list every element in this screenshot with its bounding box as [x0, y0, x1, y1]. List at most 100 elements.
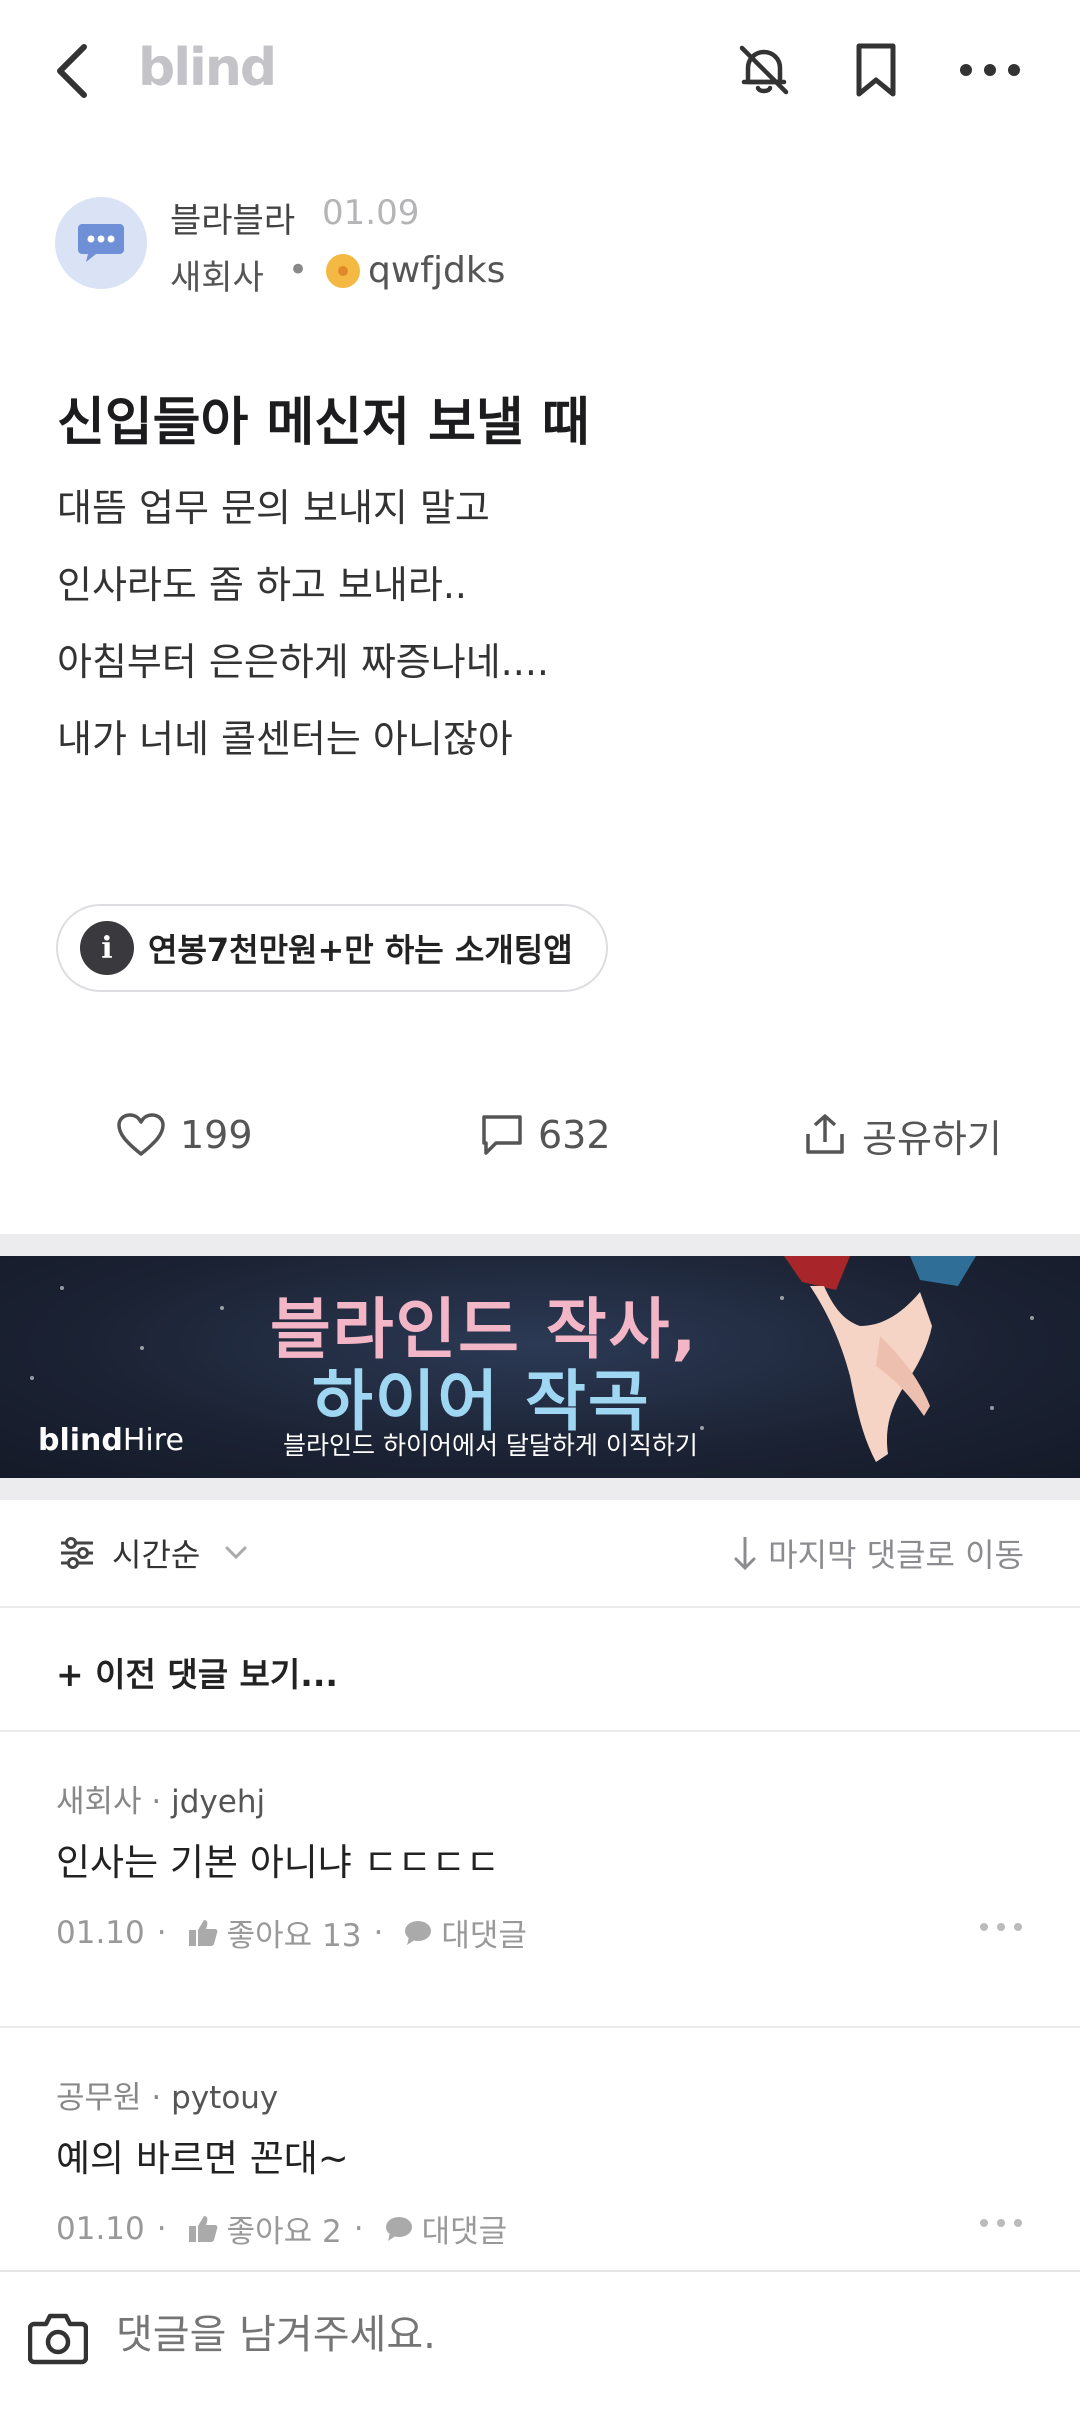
thumb-up-icon [188, 2215, 218, 2242]
info-icon: i [80, 921, 134, 975]
comment-meta: 공무원 · pytouy [56, 2072, 278, 2117]
bell-off-icon [739, 45, 789, 95]
comment-more-button[interactable] [978, 1918, 1024, 1937]
post-body: 대뜸 업무 문의 보내지 말고 인사라도 좀 하고 보내라.. 아침부터 은은하… [57, 480, 549, 788]
comment-count-button[interactable]: 632 [480, 1105, 611, 1165]
comment-item: 새회사 · jdyehj 인사는 기본 아니냐 ㄷㄷㄷㄷ 01.10 · 좋아요… [0, 1732, 1080, 2028]
filter-icon [61, 1537, 93, 1569]
comment-footer: 01.10 · 좋아요 13 · 대댓글 [56, 1910, 527, 1955]
back-icon [57, 44, 87, 98]
load-previous-comments[interactable]: + 이전 댓글 보기... [0, 1608, 1080, 1732]
meta-dot: · [156, 2210, 167, 2247]
post-body-line: 인사라도 좀 하고 보내라.. [57, 563, 467, 607]
comment-reply-button[interactable]: 대댓글 [395, 1910, 527, 1955]
camera-button[interactable] [27, 2310, 89, 2370]
chevron-down-icon [225, 1546, 247, 1560]
post-title: 신입들아 메신저 보낼 때 [57, 393, 590, 453]
blind-hire-logo-bold: blind [38, 1423, 123, 1458]
comment-reply-button[interactable]: 대댓글 [376, 2206, 508, 2251]
comment-text: 인사는 기본 아니냐 ㄷㄷㄷㄷ [56, 1841, 500, 1884]
reply-bubble-icon [385, 2216, 412, 2241]
banner-star [990, 1406, 994, 1410]
comment-footer: 01.10 · 좋아요 2 · 대댓글 [56, 2206, 507, 2251]
comment-composer [0, 2270, 1080, 2411]
share-button[interactable]: 공유하기 [802, 1105, 1002, 1165]
comment-company[interactable]: 새회사 [56, 1784, 142, 1820]
sponsored-link-label: 연봉7천만원+만 하는 소개팅앱 [148, 931, 573, 969]
chat-bubble-icon [78, 224, 124, 262]
share-icon [806, 1114, 844, 1154]
promo-banner[interactable]: 블라인드 작사, 하이어 작곡 blindHire 블라인드 하이어에서 달달하… [0, 1256, 1080, 1478]
blind-hire-logo-light: Hire [122, 1423, 184, 1458]
thumb-up-icon [188, 1919, 218, 1946]
comment-count: 632 [538, 1113, 611, 1157]
load-previous-label: + 이전 댓글 보기... [56, 1655, 338, 1694]
sponsored-link-pill[interactable]: i 연봉7천만원+만 하는 소개팅앱 [56, 904, 608, 992]
post-body-line: 아침부터 은은하게 짜증나네.... [57, 640, 549, 684]
author-name[interactable]: 블라블라 [170, 193, 295, 242]
bookmark-button[interactable] [840, 34, 912, 106]
blind-hire-logo: blindHire [38, 1423, 184, 1458]
banner-star [220, 1306, 224, 1310]
top-bar: blind [0, 0, 1080, 140]
meta-dot: · [156, 1914, 167, 1951]
sort-label: 시간순 [112, 1536, 201, 1574]
banner-star [140, 1346, 144, 1350]
meta-dot: · [373, 1914, 384, 1951]
comment-date: 01.10 [56, 2210, 145, 2247]
banner-star [60, 1286, 64, 1290]
author-company[interactable]: 새회사 [170, 250, 264, 299]
meta-dot: · [151, 2080, 172, 2116]
comment-sort-bar: 시간순 마지막 댓글로 이동 [0, 1500, 1080, 1608]
comment-handle[interactable]: pytouy [171, 2080, 278, 2116]
meta-separator: • [288, 250, 309, 290]
arrow-down-icon [734, 1537, 756, 1571]
more-options-button[interactable] [954, 34, 1026, 106]
banner-star [30, 1376, 34, 1380]
holding-hands-illustration [784, 1256, 976, 1462]
comment-company[interactable]: 공무원 [56, 2080, 142, 2116]
comment-more-button[interactable] [978, 2214, 1024, 2233]
like-count: 199 [180, 1113, 253, 1157]
more-icon [980, 2219, 1022, 2227]
banner-star [700, 1426, 704, 1430]
comment-date: 01.10 [56, 1914, 145, 1951]
post-body-line: 대뜸 업무 문의 보내지 말고 [57, 486, 490, 530]
author-handle[interactable]: qwfjdks [368, 250, 505, 291]
comment-meta: 새회사 · jdyehj [56, 1776, 265, 1821]
comment-like-label: 좋아요 13 [226, 1918, 362, 1954]
comment-like-button[interactable]: 좋아요 2 [179, 2206, 342, 2251]
author-avatar[interactable] [55, 197, 147, 289]
comment-icon [482, 1115, 522, 1155]
user-badge-icon [326, 254, 360, 288]
more-icon [960, 64, 1020, 76]
comment-reply-label: 대댓글 [421, 2214, 508, 2250]
comment-text: 예의 바르면 꼰대~ [56, 2137, 349, 2180]
heart-icon [117, 1113, 165, 1156]
banner-star [1030, 1316, 1034, 1320]
comment-like-label: 좋아요 2 [226, 2214, 342, 2250]
section-divider [0, 1234, 1080, 1256]
share-label: 공유하기 [862, 1116, 1002, 1161]
back-button[interactable] [52, 36, 112, 106]
comment-like-button[interactable]: 좋아요 13 [179, 1910, 362, 1955]
camera-icon [27, 2313, 89, 2365]
banner-subtitle: 블라인드 하이어에서 달달하게 이직하기 [283, 1431, 698, 1460]
comment-reply-label: 대댓글 [441, 1918, 527, 1954]
comment-input[interactable] [116, 2312, 1016, 2358]
section-divider [0, 1478, 1080, 1500]
sort-dropdown[interactable]: 시간순 [58, 1530, 264, 1576]
more-icon [980, 1923, 1022, 1931]
reply-bubble-icon [405, 1920, 432, 1945]
comment-handle[interactable]: jdyehj [171, 1784, 265, 1820]
app-logo[interactable]: blind [138, 38, 277, 98]
jump-label: 마지막 댓글로 이동 [768, 1536, 1024, 1574]
meta-dot: · [151, 1784, 172, 1820]
jump-to-last-comment[interactable]: 마지막 댓글로 이동 [732, 1530, 1024, 1576]
like-button[interactable]: 199 [116, 1105, 253, 1165]
post-body-line: 내가 너네 콜센터는 아니잖아 [57, 717, 513, 761]
post-date: 01.09 [322, 193, 420, 233]
notification-off-button[interactable] [728, 34, 800, 106]
bookmark-icon [856, 43, 896, 97]
meta-dot: · [353, 2210, 364, 2247]
